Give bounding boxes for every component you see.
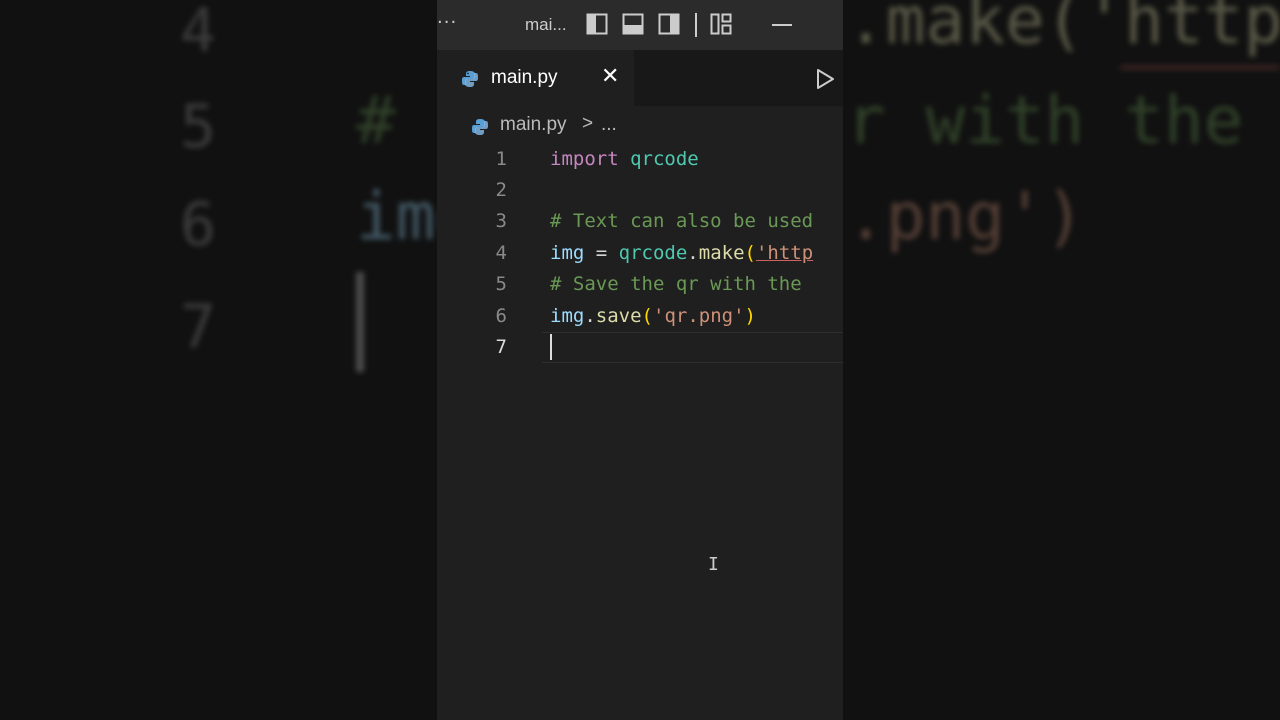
tab-bar: main.py ✕	[437, 50, 843, 106]
bg-line-number: 7	[180, 292, 217, 362]
line-number: 5	[495, 273, 507, 295]
bg-code-fragment: #	[356, 82, 436, 159]
line-number: 7	[495, 336, 507, 358]
keyword-token: import	[550, 148, 619, 170]
code-line[interactable]: 4 img = qrcode.make('http	[437, 238, 843, 269]
comment-token: # Save the qr with the	[550, 273, 802, 295]
line-number: 2	[495, 179, 507, 201]
bg-code-fragment: .make('http	[846, 0, 1280, 59]
bg-code-fragment: .png')	[846, 178, 1085, 255]
code-text: img = qrcode.make('http	[550, 242, 813, 264]
paren-token: (	[744, 242, 756, 264]
code-line[interactable]: 1 import qrcode	[437, 144, 843, 175]
code-text: img.save('qr.png')	[550, 305, 756, 327]
dot-token: .	[584, 305, 596, 327]
variable-token: img	[550, 242, 585, 264]
bg-code-fragment: r with the	[846, 82, 1244, 159]
string-token: 'qr.png'	[653, 305, 745, 327]
paren-token: (	[641, 305, 653, 327]
tab-main-py[interactable]: main.py ✕	[437, 50, 634, 106]
tab-label: main.py	[491, 67, 558, 88]
toggle-panel-icon[interactable]	[622, 13, 644, 35]
variable-token: img	[550, 305, 585, 327]
bg-line-number: 6	[180, 190, 217, 260]
text-caret	[550, 334, 552, 360]
chevron-right-icon: >	[582, 113, 594, 134]
close-icon[interactable]: ✕	[601, 64, 619, 89]
titlebar-separator	[695, 13, 697, 37]
operator-token: =	[584, 242, 619, 264]
python-file-icon	[462, 71, 478, 87]
toggle-primary-sidebar-icon[interactable]	[586, 13, 608, 35]
comment-token: # Text can also be used	[550, 210, 814, 232]
editor-window: ··· mai... main.py ✕ main.py > ... 1 imp…	[437, 0, 843, 720]
code-line-active[interactable]: 7	[437, 332, 843, 363]
function-token: make	[698, 242, 745, 264]
python-file-icon	[472, 119, 488, 135]
text-cursor-icon: I	[708, 554, 719, 575]
string-token: 'http	[755, 242, 814, 264]
more-actions-icon[interactable]: ···	[437, 12, 457, 33]
bg-underline	[1120, 66, 1280, 69]
line-number: 3	[495, 210, 507, 232]
minimize-icon[interactable]	[772, 24, 792, 26]
code-line[interactable]: 6 img.save('qr.png')	[437, 301, 843, 332]
toggle-secondary-sidebar-icon[interactable]	[658, 13, 680, 35]
dot-token: .	[687, 242, 699, 264]
bg-line-number: 5	[180, 92, 217, 162]
run-icon[interactable]	[815, 68, 835, 90]
bg-line-number: 4	[180, 0, 217, 66]
breadcrumb-symbols[interactable]: ...	[601, 114, 617, 136]
current-line-highlight	[542, 332, 843, 363]
code-line[interactable]: 5 # Save the qr with the	[437, 269, 843, 300]
code-line[interactable]: 2	[437, 175, 843, 206]
line-number: 4	[495, 242, 507, 264]
line-number: 1	[495, 148, 507, 170]
customize-layout-icon[interactable]	[710, 13, 732, 35]
breadcrumb-file[interactable]: main.py	[500, 114, 567, 136]
paren-token: )	[744, 305, 756, 327]
module-token: qrcode	[618, 242, 688, 264]
title-bar: ··· mai...	[437, 0, 843, 50]
window-title: mai...	[525, 15, 567, 34]
bg-caret	[356, 272, 364, 372]
line-number: 6	[495, 305, 507, 327]
code-line[interactable]: 3 # Text can also be used	[437, 206, 843, 237]
function-token: save	[595, 305, 642, 327]
module-token: qrcode	[630, 148, 699, 170]
code-text: import qrcode	[550, 148, 699, 170]
